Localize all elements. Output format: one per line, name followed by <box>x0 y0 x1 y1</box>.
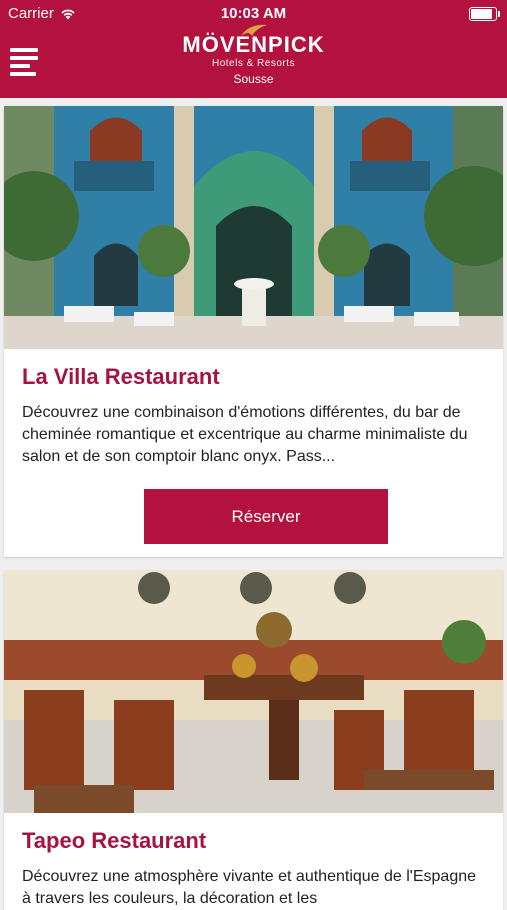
restaurant-photo <box>4 570 503 813</box>
app-header: Carrier 10:03 AM MÖVENPICK Hotels & Reso… <box>0 0 507 98</box>
restaurant-card[interactable]: Tapeo Restaurant Découvrez une atmosphèr… <box>4 570 503 910</box>
battery-icon <box>469 7 500 21</box>
hotel-city: Sousse <box>233 72 274 86</box>
restaurant-card[interactable]: La Villa Restaurant Découvrez une combin… <box>4 106 503 557</box>
brand-tagline: Hotels & Resorts <box>211 58 296 69</box>
restaurant-title: Tapeo Restaurant <box>22 828 207 853</box>
brand-logo: MÖVENPICK Hotels & Resorts Sousse <box>0 22 507 86</box>
reserve-button[interactable]: Réserver <box>144 489 388 544</box>
brand-name: MÖVENPICK <box>182 32 325 57</box>
restaurant-title: La Villa Restaurant <box>22 364 220 389</box>
restaurant-description: Découvrez une atmosphère vivante et auth… <box>22 868 477 907</box>
restaurant-description: Découvrez une combinaison d'émotions dif… <box>22 404 468 465</box>
restaurant-photo <box>4 106 503 349</box>
status-time: 10:03 AM <box>220 5 287 22</box>
